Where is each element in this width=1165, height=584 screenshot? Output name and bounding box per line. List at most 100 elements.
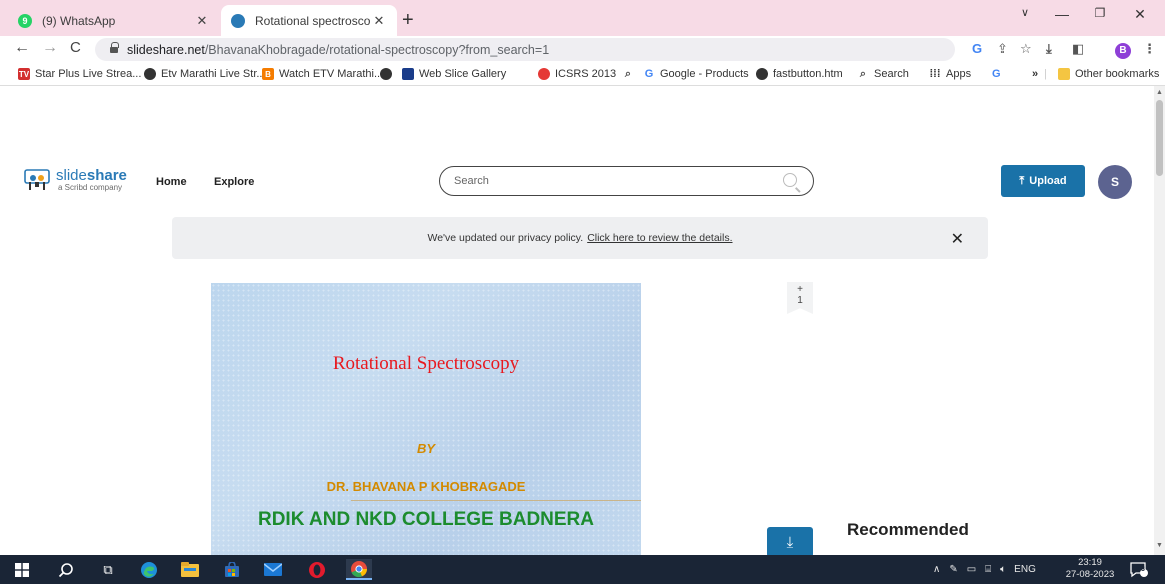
reload-icon[interactable]: C: [70, 39, 81, 56]
restore-button[interactable]: ❐: [1080, 6, 1120, 20]
bookmark-item[interactable]: ICSRS 2013: [538, 68, 616, 80]
logo-word-bold: share: [86, 167, 127, 184]
file-explorer-icon[interactable]: [180, 559, 200, 580]
forward-arrow-icon[interactable]: →: [42, 39, 58, 57]
url-path: /BhavanaKhobragade/rotational-spectrosco…: [204, 42, 550, 57]
slide-preview[interactable]: Rotational Spectroscopy BY DR. BHAVANA P…: [211, 283, 641, 555]
menu-kebab-icon[interactable]: ⋮: [1143, 41, 1156, 57]
notice-link[interactable]: Click here to review the details.: [587, 232, 732, 244]
windows-start-icon[interactable]: [12, 559, 32, 580]
google-icon: G: [992, 68, 1001, 80]
tab-whatsapp[interactable]: 9 (9) WhatsApp ✕: [8, 5, 220, 36]
bookmark-label: Web Slice Gallery: [419, 68, 507, 80]
windows-taskbar: ⧉ ∧ ✎ ▭ ⌸ 🔈︎ ENG 23:19 27-08-2023 3: [0, 555, 1165, 584]
bookmark-item[interactable]: [380, 68, 397, 80]
logo-subtitle: a Scribd company: [58, 183, 123, 192]
close-icon[interactable]: ✕: [194, 13, 210, 29]
bookmark-item[interactable]: TV Star Plus Live Strea...: [18, 68, 141, 80]
share-icon[interactable]: ⇪: [997, 41, 1008, 57]
star-icon[interactable]: ☆: [1020, 41, 1032, 57]
minimize-button[interactable]: —: [1042, 6, 1082, 22]
close-icon[interactable]: ✕: [371, 13, 387, 29]
back-arrow-icon[interactable]: ←: [14, 39, 30, 57]
mail-icon[interactable]: [262, 559, 284, 580]
close-icon[interactable]: ✕: [951, 229, 964, 249]
bookmark-label: Other bookmarks: [1075, 68, 1160, 80]
page-scrollbar[interactable]: ▲ ▼: [1154, 86, 1165, 555]
logo-word: slide: [56, 167, 87, 184]
pen-icon[interactable]: ✎: [949, 564, 957, 575]
bookmark-item[interactable]: Etv Marathi Live Str...: [144, 68, 266, 80]
bookmarks-overflow[interactable]: »: [1032, 68, 1038, 80]
download-icon[interactable]: ⤓: [1046, 41, 1052, 57]
tab-title: (9) WhatsApp: [42, 13, 116, 28]
bookmark-item[interactable]: ⁞⁞⁞ Apps: [929, 68, 972, 80]
bookmark-item[interactable]: B Watch ETV Marathi...: [262, 68, 383, 80]
bookmarks-bar: TV Star Plus Live Strea... Etv Marathi Li…: [0, 64, 1165, 86]
tab-slideshare[interactable]: Rotational spectroscopy | PPT ✕: [221, 5, 397, 36]
search-input[interactable]: Search: [439, 166, 814, 196]
upload-button[interactable]: ⤒ Upload: [1001, 165, 1085, 197]
new-tab-button[interactable]: +: [402, 9, 414, 32]
bookmark-item[interactable]: Web Slice Gallery: [402, 68, 506, 80]
privacy-notice: We've updated our privacy policy. Click …: [172, 217, 988, 259]
blogger-icon: B: [262, 68, 274, 80]
whatsapp-icon: 9: [18, 13, 32, 28]
notifications-icon[interactable]: 3: [1128, 559, 1150, 580]
google-bookmark[interactable]: G: [992, 68, 1001, 80]
volume-icon[interactable]: 🔈︎: [1000, 564, 1006, 575]
bookmark-label: Apps: [946, 68, 972, 80]
bookmark-label: Google - Products: [660, 68, 749, 80]
slideshare-icon: [231, 13, 245, 28]
page-number-bookmark[interactable]: + 1: [787, 282, 813, 314]
other-bookmarks[interactable]: Other bookmarks: [1058, 68, 1159, 80]
slide-divider: [351, 500, 641, 501]
upload-label: Upload: [1029, 175, 1067, 187]
side-panel-icon[interactable]: ◧: [1072, 41, 1084, 57]
url-host: slideshare.net: [127, 42, 205, 57]
globe-icon: [380, 68, 392, 80]
scrollbar-thumb[interactable]: [1156, 100, 1163, 176]
profile-avatar[interactable]: B: [1115, 43, 1131, 59]
scroll-down-icon[interactable]: ▼: [1156, 542, 1163, 549]
target-icon: [538, 68, 550, 80]
edge-icon[interactable]: [138, 559, 160, 580]
tab-search-chevron-icon[interactable]: ∨: [1005, 6, 1045, 19]
recommended-heading: Recommended: [847, 520, 969, 539]
bookmark-item[interactable]: ⌕: [622, 68, 639, 80]
google-icon[interactable]: G: [972, 41, 982, 56]
download-button[interactable]: ⤓: [767, 527, 813, 555]
battery-icon[interactable]: ▭: [967, 564, 976, 575]
user-avatar[interactable]: S: [1098, 165, 1132, 199]
clock-date: 27-08-2023: [1065, 569, 1115, 580]
search-icon[interactable]: [56, 559, 76, 580]
clock[interactable]: 23:19 27-08-2023: [1064, 557, 1116, 581]
bookmark-label: ICSRS 2013: [555, 68, 617, 80]
language-indicator[interactable]: ENG: [1014, 564, 1036, 575]
scroll-up-icon[interactable]: ▲: [1156, 89, 1163, 96]
chrome-icon[interactable]: [346, 559, 372, 580]
chevron-up-icon[interactable]: ∧: [933, 564, 940, 575]
notification-count: 3: [1141, 566, 1145, 573]
bookmark-item[interactable]: G Google - Products: [643, 68, 749, 80]
task-view-icon[interactable]: ⧉: [98, 559, 118, 580]
address-bar[interactable]: slideshare.net/BhavanaKhobragade/rotatio…: [95, 38, 955, 61]
nav-home[interactable]: Home: [156, 176, 187, 188]
slide-author: DR. BHAVANA P KHOBRAGADE: [326, 479, 526, 494]
store-icon[interactable]: [222, 559, 242, 580]
search-icon[interactable]: [783, 173, 797, 187]
close-window-button[interactable]: ✕: [1120, 6, 1160, 23]
slide-by: BY: [416, 441, 436, 456]
network-icon[interactable]: ⌸: [985, 564, 991, 575]
bookmark-label: Search: [874, 68, 909, 80]
bookmark-label: Etv Marathi Live Str...: [161, 68, 266, 80]
nav-explore[interactable]: Explore: [214, 176, 254, 188]
bookmark-item[interactable]: fastbutton.htm: [756, 68, 843, 80]
system-tray: ∧ ✎ ▭ ⌸ 🔈︎ ENG: [933, 555, 1036, 584]
globe-icon: [756, 68, 768, 80]
divider: |: [1044, 68, 1047, 80]
bookmark-item[interactable]: ⌕ Search: [857, 68, 909, 81]
opera-icon[interactable]: [306, 559, 328, 580]
slideshare-logo[interactable]: slideshare a Scribd company: [24, 168, 127, 192]
plus-icon: +: [797, 284, 803, 295]
